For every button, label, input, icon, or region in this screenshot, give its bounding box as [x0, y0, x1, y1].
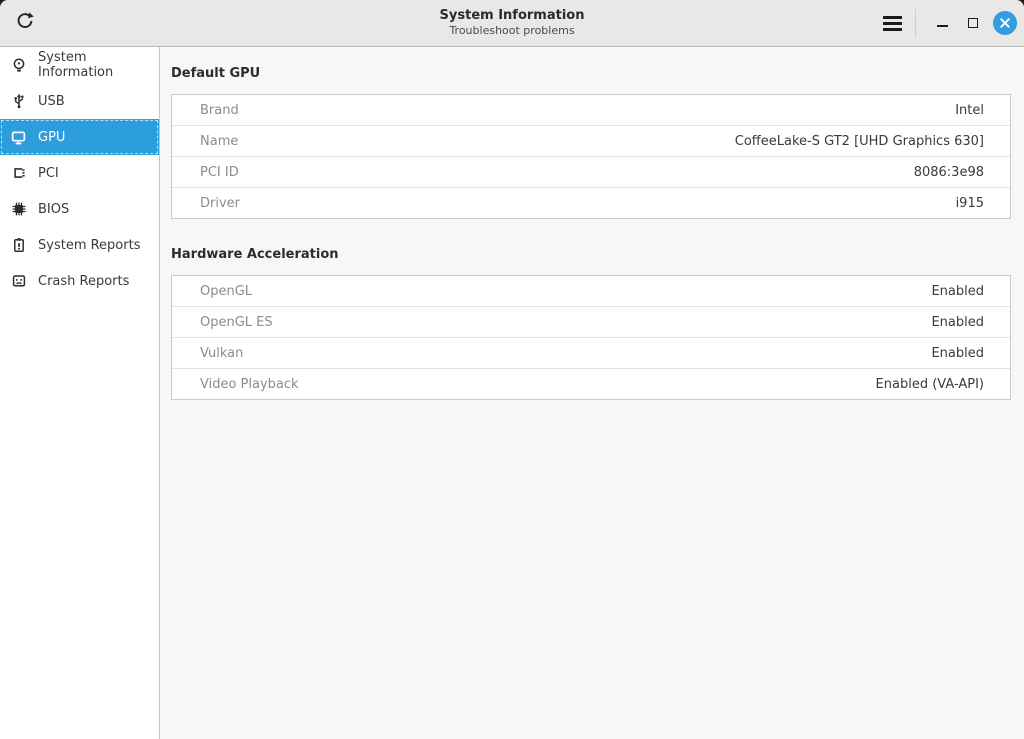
- titlebar: System Information Troubleshoot problems: [0, 0, 1024, 47]
- table-row: Vulkan Enabled: [172, 337, 1010, 368]
- sidebar-item-label: PCI: [38, 166, 59, 181]
- row-value: Intel: [955, 103, 984, 118]
- row-label: OpenGL ES: [200, 315, 273, 330]
- row-value: 8086:3e98: [914, 165, 984, 180]
- usb-icon: [9, 92, 28, 110]
- table-row: PCI ID 8086:3e98: [172, 156, 1010, 187]
- section-hardware-acceleration: Hardware Acceleration OpenGL Enabled Ope…: [171, 247, 1011, 400]
- section-title: Hardware Acceleration: [171, 247, 1011, 262]
- sidebar-item-system-reports[interactable]: System Reports: [0, 227, 159, 263]
- maximize-icon: [968, 18, 978, 28]
- app-window: System Information Troubleshoot problems: [0, 0, 1024, 739]
- close-button[interactable]: [993, 11, 1017, 35]
- row-value: i915: [956, 196, 984, 211]
- table-row: OpenGL ES Enabled: [172, 306, 1010, 337]
- content-area: System Information USB: [0, 47, 1024, 739]
- row-value: CoffeeLake-S GT2 [UHD Graphics 630]: [735, 134, 984, 149]
- window-subtitle: Troubleshoot problems: [440, 24, 585, 38]
- sidebar-item-label: USB: [38, 94, 65, 109]
- titlebar-separator: [915, 9, 916, 37]
- main-panel: Default GPU Brand Intel Name CoffeeLake-…: [160, 47, 1024, 739]
- hamburger-icon: [883, 16, 902, 19]
- sidebar-item-label: GPU: [38, 130, 65, 145]
- window-title: System Information: [440, 8, 585, 24]
- lightbulb-icon: [9, 56, 28, 74]
- row-value: Enabled (VA-API): [876, 377, 984, 392]
- sidebar-item-label: Crash Reports: [38, 274, 129, 289]
- chip-icon: [9, 200, 28, 218]
- display-icon: [9, 128, 28, 146]
- sidebar-item-gpu[interactable]: GPU: [0, 119, 159, 155]
- maximize-button[interactable]: [960, 10, 986, 36]
- crash-face-icon: [9, 272, 28, 290]
- table-row: Brand Intel: [172, 95, 1010, 125]
- row-label: Name: [200, 134, 238, 149]
- row-label: Vulkan: [200, 346, 243, 361]
- table-row: Video Playback Enabled (VA-API): [172, 368, 1010, 399]
- row-label: Driver: [200, 196, 240, 211]
- sidebar: System Information USB: [0, 47, 160, 739]
- minimize-icon: [937, 25, 948, 27]
- row-label: Video Playback: [200, 377, 299, 392]
- sidebar-item-pci[interactable]: PCI: [0, 155, 159, 191]
- hamburger-menu-button[interactable]: [875, 6, 909, 40]
- table-row: Driver i915: [172, 187, 1010, 218]
- section-default-gpu: Default GPU Brand Intel Name CoffeeLake-…: [171, 66, 1011, 219]
- sidebar-item-label: BIOS: [38, 202, 69, 217]
- clipboard-alert-icon: [9, 236, 28, 254]
- sidebar-item-usb[interactable]: USB: [0, 83, 159, 119]
- minimize-button[interactable]: [929, 10, 955, 36]
- refresh-icon: [14, 10, 36, 36]
- refresh-button[interactable]: [8, 6, 42, 40]
- title-block: System Information Troubleshoot problems: [440, 8, 585, 38]
- sidebar-item-label: System Reports: [38, 238, 140, 253]
- titlebar-controls: [875, 0, 1017, 46]
- row-value: Enabled: [931, 346, 984, 361]
- close-icon: [999, 14, 1011, 33]
- row-value: Enabled: [931, 315, 984, 330]
- table-row: OpenGL Enabled: [172, 276, 1010, 306]
- row-label: Brand: [200, 103, 239, 118]
- row-label: PCI ID: [200, 165, 239, 180]
- sidebar-item-label: System Information: [38, 50, 159, 80]
- sidebar-item-crash-reports[interactable]: Crash Reports: [0, 263, 159, 299]
- sidebar-item-bios[interactable]: BIOS: [0, 191, 159, 227]
- row-label: OpenGL: [200, 284, 252, 299]
- section-title: Default GPU: [171, 66, 1011, 81]
- pci-card-icon: [9, 164, 28, 182]
- info-table: OpenGL Enabled OpenGL ES Enabled Vulkan …: [171, 275, 1011, 400]
- row-value: Enabled: [931, 284, 984, 299]
- table-row: Name CoffeeLake-S GT2 [UHD Graphics 630]: [172, 125, 1010, 156]
- info-table: Brand Intel Name CoffeeLake-S GT2 [UHD G…: [171, 94, 1011, 219]
- sidebar-item-system-information[interactable]: System Information: [0, 47, 159, 83]
